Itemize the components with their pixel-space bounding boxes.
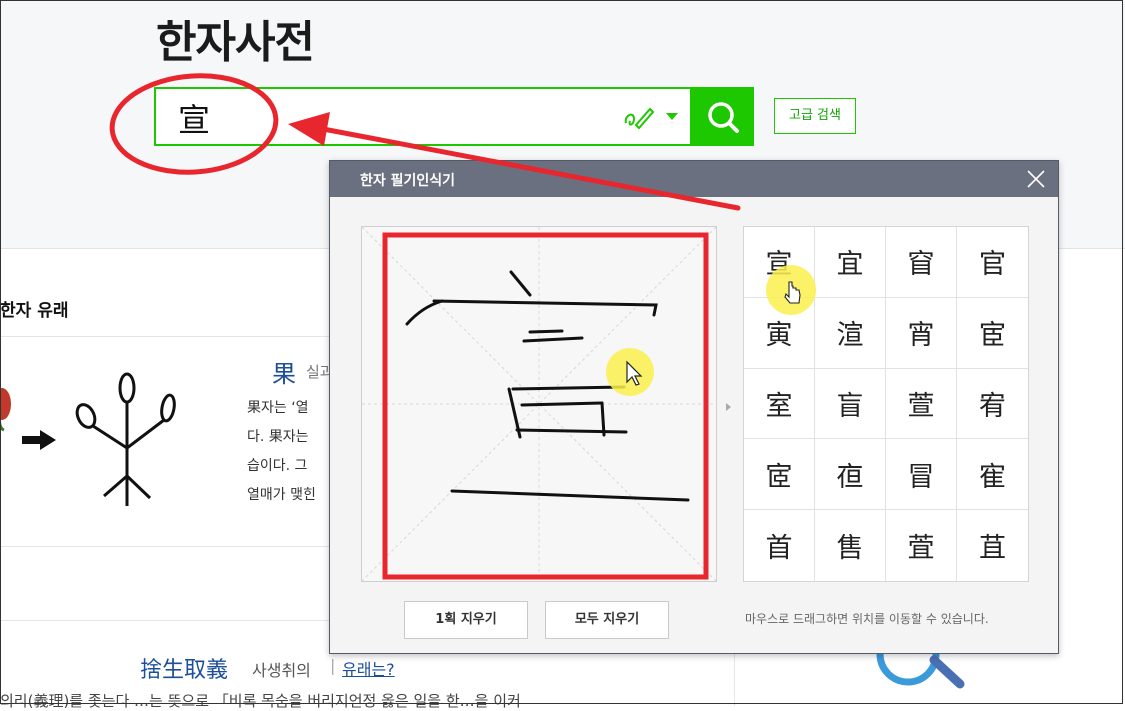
candidate-char[interactable]: 宧 — [744, 439, 815, 511]
candidate-char[interactable]: 苴 — [957, 510, 1028, 581]
candidate-char[interactable]: 宦 — [957, 298, 1028, 369]
idiom-origin-link[interactable]: 유래는? — [342, 656, 395, 680]
drag-hint: 마우스로 드래그하면 위치를 이동할 수 있습니다. — [745, 612, 989, 626]
handwriting-strokes — [361, 226, 717, 582]
candidate-char[interactable]: 窅 — [886, 227, 957, 298]
search-input[interactable]: 宣 — [154, 87, 692, 146]
idiom-separator: | — [330, 656, 336, 675]
origin-hanja[interactable]: 果 — [272, 354, 296, 389]
candidate-char[interactable]: 售 — [815, 510, 886, 581]
candidate-char[interactable]: 萓 — [886, 510, 957, 581]
section-title-origin: 한자 유래 — [0, 301, 69, 321]
candidate-grid: 宣 宜 窅 官 寅 渲 宵 宦 室 盲 萱 宥 宧 亱 冒 寉 首 售 萓 苴 — [743, 226, 1029, 582]
candidate-char[interactable]: 冒 — [886, 439, 957, 511]
idiom-hanja[interactable]: 捨生取義 — [140, 652, 228, 684]
search-button[interactable] — [692, 87, 754, 146]
candidate-char[interactable]: 宜 — [815, 227, 886, 298]
candidate-char[interactable]: 萱 — [886, 368, 957, 440]
erase-all-button[interactable]: 모두 지우기 — [545, 601, 669, 639]
candidate-char[interactable]: 寅 — [744, 297, 815, 369]
panel-titlebar[interactable]: 한자 필기인식기 — [330, 161, 1058, 197]
candidate-char[interactable]: 宣 — [744, 227, 815, 298]
origin-line: 습이다. 그 — [247, 458, 308, 474]
origin-line: 果자는 ‘열 — [247, 400, 309, 416]
origin-line: 다. 果자는 — [247, 429, 309, 445]
advanced-search-button[interactable]: 고급 검색 — [774, 98, 856, 134]
candidate-char[interactable]: 室 — [744, 368, 815, 440]
chevron-right-icon — [726, 403, 731, 411]
candidate-char[interactable]: 首 — [744, 510, 815, 581]
candidate-char[interactable]: 盲 — [815, 368, 886, 440]
handwriting-recognizer-panel[interactable]: 한자 필기인식기 宣 宜 窅 官 寅 渲 宵 宦 室 盲 萱 宥 宧 亱 冒 寉… — [329, 160, 1059, 654]
panel-title: 한자 필기인식기 — [360, 173, 456, 189]
search-icon — [708, 102, 739, 133]
candidate-char[interactable]: 亱 — [815, 439, 886, 511]
candidate-char[interactable]: 渲 — [815, 297, 886, 369]
handwriting-canvas[interactable] — [361, 226, 717, 582]
candidate-char[interactable]: 宵 — [886, 297, 957, 369]
candidate-char[interactable]: 寉 — [957, 439, 1028, 511]
page-title: 한자사전 — [156, 17, 315, 68]
erase-one-stroke-button[interactable]: 1획 지우기 — [404, 601, 528, 639]
chevron-down-icon[interactable] — [666, 113, 678, 120]
candidate-char[interactable]: 宥 — [957, 369, 1028, 440]
candidate-char[interactable]: 官 — [957, 227, 1028, 298]
idiom-reading: 사생취의 — [252, 661, 311, 680]
close-icon[interactable] — [1026, 169, 1046, 189]
handwriting-pen-icon[interactable] — [622, 103, 656, 131]
search-input-value: 宣 — [178, 101, 211, 139]
idiom-description: 의리(義理)를 좇는다 …는 뜻으로 「비록 목숨을 버리지언정 옳은 일을 한… — [0, 692, 521, 710]
origin-illustration — [0, 372, 176, 506]
origin-line: 열매가 맺힌 — [247, 487, 316, 503]
